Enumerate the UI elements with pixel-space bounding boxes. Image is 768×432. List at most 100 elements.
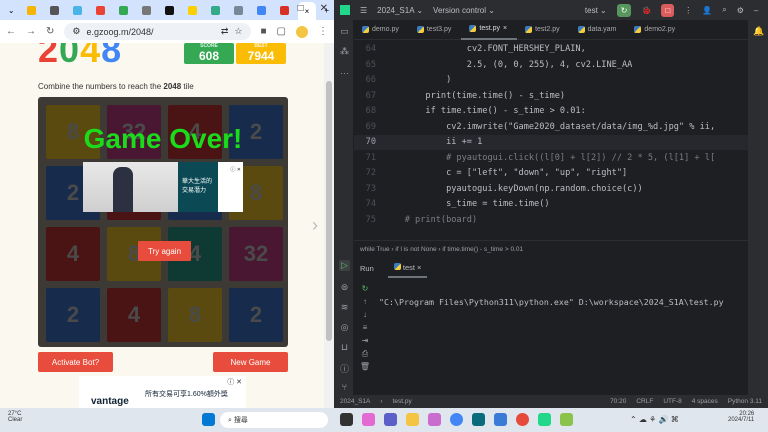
site-info-icon[interactable]: ⚙ <box>72 26 80 37</box>
browser-tab[interactable] <box>229 2 249 18</box>
browser-tab[interactable] <box>114 2 134 18</box>
structure-icon[interactable]: ⁂ <box>339 46 350 57</box>
status-interpreter[interactable]: Python 3.11 <box>728 398 762 405</box>
omnibox[interactable]: ⚙ e.gzoog.m/2048/ ⇄ ☆ <box>64 23 251 40</box>
rerun-icon[interactable]: ↻ <box>358 282 372 295</box>
filter-icon[interactable]: ≡ <box>358 321 372 334</box>
main-menu-icon[interactable]: ☰ <box>360 6 367 15</box>
problems-icon[interactable]: ⓘ <box>339 362 350 375</box>
up-icon[interactable]: ↑ <box>358 295 372 308</box>
trash-icon[interactable]: 🗑 <box>358 360 372 373</box>
packages-icon[interactable]: ⊜ <box>339 282 350 293</box>
run-tab[interactable]: test × <box>387 259 428 278</box>
code-line[interactable]: 66 ) <box>354 73 748 88</box>
browser-tab[interactable] <box>68 2 88 18</box>
close-window-button[interactable]: ✕ <box>320 3 328 14</box>
search-icon[interactable]: ⌕ <box>722 5 726 15</box>
bookmark-star-icon[interactable]: ☆ <box>234 26 242 37</box>
minimize-button[interactable]: – <box>754 6 758 15</box>
extension-icon[interactable]: ■ <box>261 26 267 37</box>
code-breadcrumb[interactable]: while True › if l is not None › if time.… <box>354 240 748 258</box>
editor-tab[interactable]: test2.py <box>517 20 570 40</box>
reload-button[interactable]: ↻ <box>46 26 54 37</box>
bottom-ad[interactable]: ⓘ ✕ vantage 所有交易可享1.60%額外獎 <box>79 376 246 408</box>
status-project[interactable]: 2024_S1A <box>340 398 370 405</box>
add-user-icon[interactable]: 👤 <box>702 6 712 15</box>
app-icon-4[interactable] <box>516 413 529 426</box>
try-again-button[interactable]: Try again <box>138 241 191 261</box>
app-icon-3[interactable] <box>494 413 507 426</box>
terminal-icon[interactable]: ⊔ <box>339 342 350 353</box>
browser-tab[interactable] <box>252 2 272 18</box>
project-selector[interactable]: 2024_S1A ⌄ <box>377 6 423 15</box>
browser-tab[interactable] <box>137 2 157 18</box>
browser-tab[interactable] <box>206 2 226 18</box>
layers-icon[interactable]: ≋ <box>339 302 350 313</box>
wrap-icon[interactable]: ⇥ <box>358 334 372 347</box>
run-tool-icon[interactable]: ▷ <box>339 260 350 271</box>
services-icon[interactable]: ◎ <box>339 322 350 333</box>
new-game-button[interactable]: New Game <box>213 352 288 372</box>
code-line[interactable]: 69 cv2.imwrite("Game2020_dataset/data/im… <box>354 120 748 135</box>
app-icon-5[interactable] <box>560 413 573 426</box>
folder-icon[interactable]: ▭ <box>339 26 350 37</box>
settings-gear-icon[interactable]: ⚙ <box>737 6 744 15</box>
code-line[interactable]: 71 # pyautogui.click((l[0] + l[2]) // 2 … <box>354 151 748 166</box>
code-editor[interactable]: 64 cv2.FONT_HERSHEY_PLAIN, 65 2.5, (0, 0,… <box>354 40 748 240</box>
browser-tab[interactable] <box>160 2 180 18</box>
teams-icon[interactable] <box>384 413 397 426</box>
chevron-right-icon[interactable]: › <box>312 215 318 236</box>
status-eol[interactable]: CRLF <box>636 398 653 405</box>
code-line[interactable]: 70 ii += 1 <box>354 135 748 150</box>
debug-button[interactable]: 🐞 <box>641 6 651 15</box>
menu-icon[interactable]: ⋮ <box>318 26 328 37</box>
code-line[interactable]: 72 c = ["left", "down", "up", "right"] <box>354 166 748 181</box>
browser-tab[interactable] <box>275 2 295 18</box>
code-line[interactable]: 75 # print(board) <box>354 213 748 228</box>
ad-close-icon[interactable]: ⓘ ✕ <box>230 167 241 173</box>
rerun-button[interactable]: ↻ <box>616 3 632 17</box>
url-text[interactable]: e.gzoog.m/2048/ <box>86 27 153 37</box>
editor-tab[interactable]: test3.py <box>409 20 462 40</box>
code-line[interactable]: 67 print(time.time() - s_time) <box>354 89 748 104</box>
code-line[interactable]: 68 if time.time() - s_time > 0.01: <box>354 104 748 119</box>
status-position[interactable]: 70:20 <box>610 398 626 405</box>
status-indent[interactable]: 4 spaces <box>692 398 718 405</box>
editor-tab[interactable]: demo.py <box>354 20 409 40</box>
weather-widget[interactable]: 27°C Clear <box>8 411 22 423</box>
file-explorer-icon[interactable] <box>406 413 419 426</box>
activate-bot-button[interactable]: Activate Bot? <box>38 352 113 372</box>
status-file[interactable]: test.py <box>393 398 412 405</box>
profile-avatar[interactable] <box>296 25 308 38</box>
code-line[interactable]: 73 pyautogui.keyDown(np.random.choice(c)… <box>354 182 748 197</box>
code-line[interactable]: 64 cv2.FONT_HERSHEY_PLAIN, <box>354 42 748 57</box>
down-icon[interactable]: ↓ <box>358 308 372 321</box>
ad-banner[interactable]: 華大生活的 交易潛力 ⓘ ✕ <box>83 162 243 212</box>
forward-button[interactable]: → <box>26 26 36 37</box>
run-config-selector[interactable]: test ⌄ <box>585 6 607 15</box>
tab-search-button[interactable]: ⌄ <box>4 2 19 18</box>
maximize-button[interactable]: □ <box>298 3 304 14</box>
code-line[interactable]: 65 2.5, (0, 0, 255), 4, cv2.LINE_AA <box>354 58 748 73</box>
console-output[interactable]: "C:\Program Files\Python311\python.exe" … <box>374 278 748 393</box>
chrome-icon[interactable] <box>450 413 463 426</box>
editor-tab[interactable]: data.yam <box>570 20 627 40</box>
scrollbar[interactable] <box>324 43 334 408</box>
app-icon[interactable] <box>428 413 441 426</box>
git-icon[interactable]: ⑂ <box>339 382 350 392</box>
more-tools-icon[interactable]: … <box>339 66 350 76</box>
editor-tab[interactable]: demo2.py <box>626 20 685 40</box>
print-icon[interactable]: ⎙ <box>358 347 372 360</box>
scrollbar-thumb[interactable] <box>326 81 332 341</box>
ad-close-icon[interactable]: ⓘ ✕ <box>227 377 242 387</box>
status-encoding[interactable]: UTF-8 <box>663 398 681 405</box>
task-view-icon[interactable] <box>340 413 353 426</box>
browser-tab[interactable] <box>45 2 65 18</box>
copilot-icon[interactable] <box>362 413 375 426</box>
puzzle-icon[interactable]: ▢ <box>277 26 286 37</box>
vcs-selector[interactable]: Version control ⌄ <box>433 6 495 15</box>
start-button[interactable] <box>202 413 215 426</box>
browser-tab[interactable] <box>22 2 42 18</box>
translate-icon[interactable]: ⇄ <box>221 26 229 37</box>
pycharm-icon[interactable] <box>538 413 551 426</box>
